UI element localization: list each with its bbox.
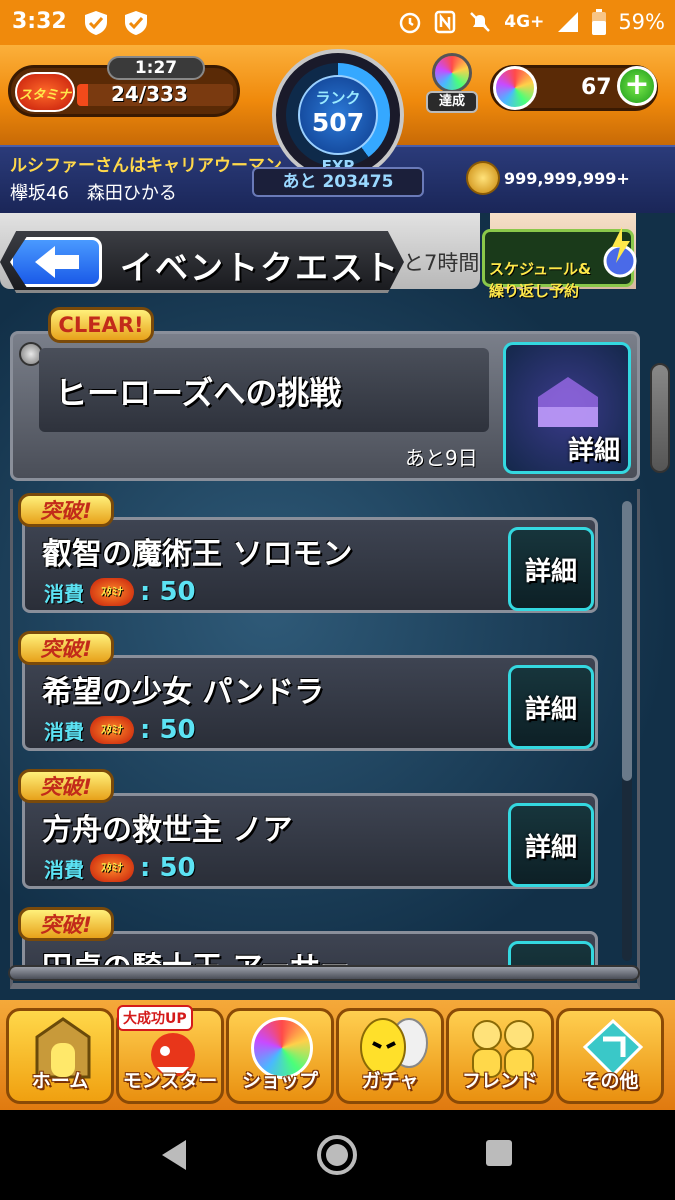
- rank-label: ランク: [315, 89, 361, 107]
- orb-icon: [493, 66, 537, 110]
- alarm-icon: [400, 12, 421, 34]
- breakthrough-badge: 突破!: [18, 631, 114, 665]
- quest-list: 突破! 叡智の魔術王 ソロモン 消費 ｽﾀﾐﾅ : 50 詳細 突破! 希望の少…: [18, 493, 608, 975]
- cost-label: 消費: [44, 719, 84, 744]
- home-circle-icon[interactable]: [316, 1134, 358, 1176]
- rank-ring[interactable]: ランク 507 EXP: [272, 49, 404, 181]
- rank-core: ランク 507: [298, 75, 378, 155]
- featured-time-left: あと9日: [405, 446, 478, 470]
- stamina-timer: 1:27: [107, 56, 205, 80]
- gold-counter: 999,999,999+: [466, 161, 630, 195]
- featured-detail-button[interactable]: 詳細: [503, 342, 631, 474]
- list-scrollbar[interactable]: [622, 501, 632, 961]
- quest-item[interactable]: 突破! 叡智の魔術王 ソロモン 消費 ｽﾀﾐﾅ : 50 詳細: [18, 493, 608, 625]
- orb-icon: [432, 53, 472, 93]
- nav-home[interactable]: ホーム: [6, 1008, 114, 1104]
- nfc-icon: [435, 10, 456, 34]
- clear-badge: CLEAR!: [48, 307, 154, 343]
- breakthrough-badge: 突破!: [18, 907, 114, 941]
- stamina-value: 24/333: [111, 82, 188, 106]
- shield-icon: [85, 11, 107, 35]
- gold-amount: 999,999,999+: [504, 168, 630, 188]
- nav-gacha-label: ガチャ: [361, 1070, 419, 1092]
- status-bar: 3:32 4G+ 59%: [0, 0, 675, 45]
- stamina-icon: ｽﾀﾐﾅ: [90, 854, 134, 882]
- featured-quest-card[interactable]: ヒーローズへの挑戦 あと9日 詳細: [10, 331, 640, 481]
- stamina-icon: ｽﾀﾐﾅ: [90, 578, 134, 606]
- cost-label: 消費: [44, 857, 84, 882]
- quest-name: 叡智の魔術王 ソロモン: [42, 537, 353, 572]
- quest-item[interactable]: 突破! 方舟の救世主 ノア 消費 ｽﾀﾐﾅ : 50 詳細: [18, 769, 608, 901]
- battery-icon: [592, 9, 607, 35]
- achievement-button[interactable]: 達成: [424, 51, 480, 113]
- treasure-chest-icon: [538, 377, 598, 427]
- quest-cost: 消費 ｽﾀﾐﾅ : 50: [44, 853, 196, 883]
- bell-muted-icon: [470, 12, 491, 32]
- achievement-label: 達成: [426, 91, 478, 113]
- orb-counter: 67 +: [490, 65, 658, 111]
- quest-detail-button[interactable]: 詳細: [508, 803, 594, 887]
- main-area: あと7時間 スケジュール& 繰り返し予約 イベントクエスト ヒーローズへの挑戦 …: [0, 213, 675, 1000]
- stamina-icon: ｽﾀﾐﾅ: [90, 716, 134, 744]
- page-scrollbar[interactable]: [650, 363, 670, 473]
- featured-detail-label: 詳細: [567, 436, 620, 466]
- battery-percent: 59%: [618, 10, 665, 34]
- signal-icon: [558, 12, 579, 32]
- cost-label: 消費: [44, 581, 84, 606]
- back-triangle-icon[interactable]: [158, 1138, 190, 1172]
- bottom-nav: ホーム 大成功UP モンスター ショップ ガチャ フレンド その他: [0, 1000, 675, 1110]
- nav-monster[interactable]: 大成功UP モンスター: [116, 1005, 224, 1104]
- plus-icon: +: [624, 67, 650, 102]
- quest-cost: 消費 ｽﾀﾐﾅ : 50: [44, 577, 196, 607]
- profile-comment: ルシファーさんはキャリアウーマン: [10, 156, 282, 176]
- cost-value: : 50: [140, 715, 196, 745]
- stamina-badge: スタミナ: [15, 72, 75, 112]
- cost-value: : 50: [140, 853, 196, 883]
- nav-other[interactable]: その他: [556, 1008, 664, 1104]
- nav-home-label: ホーム: [31, 1070, 89, 1092]
- list-bottom-rail: [8, 965, 640, 981]
- gold-coin-icon: [466, 161, 500, 195]
- quest-cost: 消費 ｽﾀﾐﾅ : 50: [44, 715, 196, 745]
- nav-friend[interactable]: フレンド: [446, 1008, 554, 1104]
- stamina-fill: [77, 84, 89, 106]
- system-nav-bar: [0, 1110, 675, 1200]
- nav-gacha[interactable]: ガチャ: [336, 1008, 444, 1104]
- back-button[interactable]: [10, 237, 102, 287]
- nav-monster-label: モンスター: [122, 1070, 218, 1092]
- nav-shop[interactable]: ショップ: [226, 1008, 334, 1104]
- cost-value: : 50: [140, 577, 196, 607]
- profile-name: 欅坂46 森田ひかる: [10, 183, 177, 204]
- quest-detail-button[interactable]: 詳細: [508, 665, 594, 749]
- add-orb-button[interactable]: +: [617, 66, 657, 106]
- quest-name: 方舟の救世主 ノア: [42, 813, 293, 848]
- quest-detail-button[interactable]: 詳細: [508, 527, 594, 611]
- quest-item[interactable]: 突破! 希望の少女 パンドラ 消費 ｽﾀﾐﾅ : 50 詳細: [18, 631, 608, 763]
- list-scroll-thumb[interactable]: [622, 501, 632, 781]
- nav-shop-label: ショップ: [241, 1070, 318, 1092]
- back-arrow-icon: [35, 246, 79, 278]
- network-type: 4G+: [504, 12, 545, 32]
- breakthrough-badge: 突破!: [18, 493, 114, 527]
- featured-quest-name: ヒーローズへの挑戦: [55, 374, 342, 412]
- orb-count: 67: [581, 75, 612, 100]
- page-title: イベントクエスト: [120, 248, 400, 287]
- stamina-label: スタミナ: [19, 88, 72, 103]
- stamina-gauge[interactable]: スタミナ 1:27 24/333: [8, 56, 240, 117]
- player-hud: スタミナ 1:27 24/333 ランク 507 EXP 達成 67 + あと …: [0, 45, 675, 197]
- nav-other-label: その他: [581, 1070, 639, 1092]
- monster-badge: 大成功UP: [117, 1005, 193, 1031]
- recents-square-icon[interactable]: [484, 1138, 514, 1168]
- shield-icon: [125, 11, 147, 35]
- breakthrough-badge: 突破!: [18, 769, 114, 803]
- alarm-clock-icon: [603, 227, 637, 278]
- quest-name: 希望の少女 パンドラ: [42, 675, 324, 710]
- nav-friend-label: フレンド: [461, 1070, 538, 1092]
- rank-value: 507: [311, 108, 365, 137]
- status-time: 3:32: [12, 9, 67, 34]
- exp-remaining: あと 203475: [252, 167, 424, 197]
- schedule-label: スケジュール& 繰り返し予約: [489, 260, 592, 300]
